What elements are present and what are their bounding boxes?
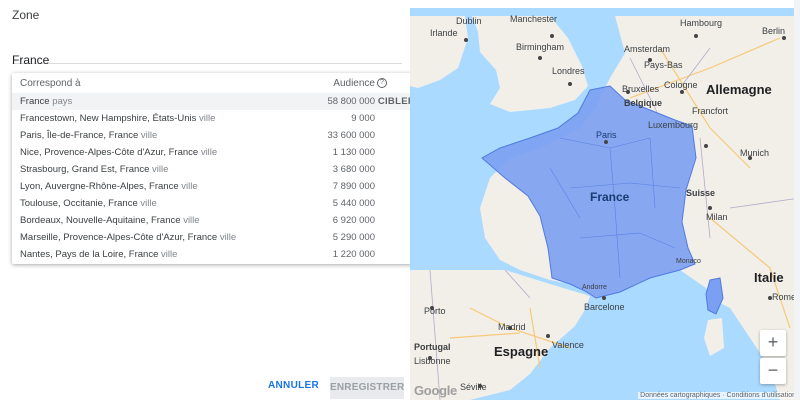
- suggestion-row[interactable]: Bordeaux, Nouvelle-Aquitaine, France vil…: [12, 212, 421, 229]
- map-label-andorre: Andorre: [582, 284, 607, 291]
- map-label-barcelone: Barcelone: [584, 302, 625, 312]
- suggestions-dropdown: Correspond à Audience ? France pays 58 8…: [12, 73, 421, 264]
- map-label-belgique: Belgique: [624, 98, 663, 108]
- location-input[interactable]: France: [12, 40, 402, 66]
- suggestion-row[interactable]: Marseille, Provence-Alpes-Côte d'Azur, F…: [12, 229, 421, 246]
- map-label-monaco: Monaco: [676, 258, 701, 265]
- suggestion-row[interactable]: France pays 58 800 000 CIBLER: [12, 93, 421, 110]
- map-top-border: [410, 0, 800, 8]
- map-label-allemagne: Allemagne: [706, 82, 772, 97]
- suggestion-audience: 7 890 000: [332, 181, 375, 192]
- suggestion-audience: 33 600 000: [327, 130, 375, 141]
- suggestion-name: Francestown, New Hampshire, États-Unis v…: [20, 113, 216, 124]
- suggestion-audience: 9 000: [351, 113, 375, 124]
- suggestion-audience: 1 220 000: [332, 249, 375, 260]
- suggestion-name: Toulouse, Occitanie, France ville: [20, 198, 157, 209]
- suggestion-audience: 1 130 000: [332, 147, 375, 158]
- scrollbar[interactable]: [794, 0, 800, 400]
- map-label-espagne: Espagne: [494, 344, 549, 359]
- map-label-madrid: Madrid: [498, 322, 526, 332]
- suggestion-row[interactable]: Nice, Provence-Alpes-Côte d'Azur, France…: [12, 144, 421, 161]
- map-label-manchester: Manchester: [510, 14, 558, 24]
- suggestion-name: Marseille, Provence-Alpes-Côte d'Azur, F…: [20, 232, 237, 243]
- map-label-lisbonne: Lisbonne: [414, 356, 451, 366]
- map-label-hambourg: Hambourg: [680, 18, 723, 28]
- suggestion-audience: 5 290 000: [332, 232, 375, 243]
- map-label-dublin: Dublin: [456, 16, 482, 26]
- header-audience: Audience: [333, 78, 375, 89]
- suggestion-audience: 5 440 000: [332, 198, 375, 209]
- suggestion-row[interactable]: Toulouse, Occitanie, France ville 5 440 …: [12, 195, 421, 212]
- suggestion-row[interactable]: Strasbourg, Grand Est, France ville 3 68…: [12, 161, 421, 178]
- map-label-francfort: Francfort: [692, 106, 729, 116]
- map[interactable]: Irlande Dublin Manchester Birmingham Lon…: [410, 8, 800, 400]
- map-label-bruxelles: Bruxelles: [622, 84, 660, 94]
- suggestion-name: France pays: [20, 96, 73, 107]
- map-label-suisse: Suisse: [686, 188, 716, 198]
- map-label-luxembourg: Luxembourg: [648, 120, 699, 130]
- map-label-rome: Rome: [772, 292, 797, 302]
- map-label-birmingham: Birmingham: [516, 42, 565, 52]
- save-button[interactable]: ENREGISTRER: [330, 377, 404, 399]
- zoom-out-button[interactable]: −: [760, 358, 786, 384]
- map-label-londres: Londres: [552, 66, 585, 76]
- suggestion-audience: 3 680 000: [332, 164, 375, 175]
- suggestion-audience: 6 920 000: [332, 215, 375, 226]
- suggestion-row[interactable]: Francestown, New Hampshire, États-Unis v…: [12, 110, 421, 127]
- map-canvas: [410, 16, 800, 400]
- suggestion-row[interactable]: Lyon, Auvergne-Rhône-Alpes, France ville…: [12, 178, 421, 195]
- location-panel: Zone France Correspond à Audience ? Fran…: [0, 0, 421, 400]
- map-label-valence: Valence: [552, 340, 584, 350]
- suggestion-row[interactable]: Paris, Île-de-France, France ville 33 60…: [12, 127, 421, 144]
- map-label-cologne: Cologne: [664, 80, 698, 90]
- dropdown-header: Correspond à Audience ?: [12, 73, 421, 93]
- suggestion-name: Nice, Provence-Alpes-Côte d'Azur, France…: [20, 147, 218, 158]
- suggestion-name: Paris, Île-de-France, France ville: [20, 130, 158, 141]
- google-logo: Google: [414, 383, 457, 398]
- map-label-berlin: Berlin: [762, 26, 786, 36]
- map-label-italie: Italie: [754, 270, 784, 285]
- suggestion-audience: 58 800 000: [327, 96, 375, 107]
- suggestion-name: Bordeaux, Nouvelle-Aquitaine, France vil…: [20, 215, 200, 226]
- suggestion-name: Lyon, Auvergne-Rhône-Alpes, France ville: [20, 181, 198, 192]
- map-label-portugal: Portugal: [414, 342, 451, 352]
- map-label-pays-bas: Pays-Bas: [644, 60, 683, 70]
- map-label-porto: Porto: [424, 306, 446, 316]
- map-label-seville: Séville: [460, 382, 487, 392]
- zoom-in-button[interactable]: +: [760, 330, 786, 356]
- zone-label: Zone: [12, 8, 40, 22]
- suggestion-name: Strasbourg, Grand Est, France ville: [20, 164, 169, 175]
- header-match: Correspond à: [20, 78, 81, 89]
- suggestion-name: Nantes, Pays de la Loire, France ville: [20, 249, 178, 260]
- help-icon[interactable]: ?: [377, 78, 387, 88]
- map-label-milan: Milan: [706, 212, 728, 222]
- map-label-paris: Paris: [596, 130, 617, 140]
- map-label-irlande: Irlande: [430, 28, 458, 38]
- cancel-button[interactable]: ANNULER: [268, 380, 319, 391]
- map-label-amsterdam: Amsterdam: [624, 44, 671, 54]
- map-label-france: France: [590, 190, 630, 204]
- suggestion-row[interactable]: Nantes, Pays de la Loire, France ville 1…: [12, 246, 421, 263]
- map-attribution[interactable]: Données cartographiques · Conditions d'u…: [638, 392, 798, 399]
- map-label-munich: Munich: [740, 148, 770, 158]
